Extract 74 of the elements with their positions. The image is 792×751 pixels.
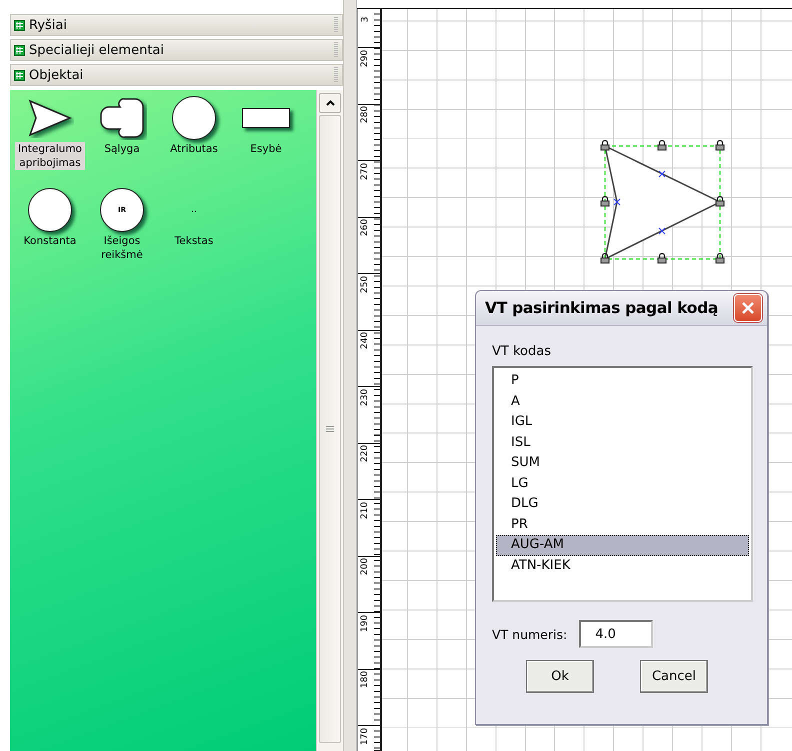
circle-icon[interactable] — [28, 188, 72, 232]
expander-icon[interactable] — [14, 70, 25, 80]
ruler-label: 190 — [360, 614, 372, 632]
ruler-label: 3 — [360, 16, 372, 22]
section-header[interactable]: Objektai — [10, 64, 343, 86]
rectangle-icon[interactable] — [242, 108, 290, 128]
lock-icon[interactable] — [716, 252, 724, 264]
scroll-up-button[interactable] — [319, 93, 341, 113]
item-label[interactable]: Integralumo apribojimas — [15, 142, 85, 170]
ruler-label: 270 — [360, 162, 372, 180]
ruler-label: 290 — [360, 49, 372, 67]
grip-icon — [326, 425, 334, 433]
ruler-label: 250 — [360, 275, 372, 293]
lock-icon[interactable] — [600, 140, 610, 150]
dialog-title: VT pasirinkimas pagal kodą — [485, 299, 718, 317]
close-button[interactable] — [734, 294, 762, 322]
code-list[interactable]: P A IGL ISL SUM LG DLG PR AUG-AM ATN-KIEK — [492, 366, 753, 602]
lock-icon[interactable] — [658, 252, 666, 264]
item-label[interactable]: Atributas — [159, 142, 229, 156]
text-icon[interactable]: .. — [191, 205, 197, 215]
drawing-canvas[interactable]: VT pasirinkimas pagal kodą VT kodas P A IGL ISL SUM LG DLG PR AUG-AM ATN-KIEK VT numeris: 4.0 Ok Cancel — [382, 9, 792, 751]
item-label[interactable]: Esybė — [231, 142, 301, 156]
expander-icon[interactable] — [14, 20, 25, 30]
connection-point-icon[interactable] — [658, 170, 666, 178]
grip-icon[interactable] — [334, 67, 338, 83]
chevron-up-icon — [326, 100, 334, 106]
scrollbar[interactable] — [316, 90, 343, 751]
close-icon — [740, 300, 756, 316]
cancel-button[interactable]: Cancel — [640, 660, 708, 693]
list-item[interactable]: ISL — [496, 432, 749, 453]
lock-icon[interactable] — [716, 140, 724, 150]
ruler-label: 170 — [360, 727, 372, 745]
ruler-label: 180 — [360, 670, 372, 688]
triangle-icon[interactable] — [26, 98, 74, 138]
list-item[interactable]: P — [496, 371, 749, 392]
grip-icon[interactable] — [334, 17, 338, 33]
connection-point-icon[interactable] — [658, 228, 666, 234]
item-label[interactable]: Konstanta — [15, 234, 85, 248]
circle-icon[interactable] — [172, 96, 216, 140]
list-item[interactable]: DLG — [496, 494, 749, 514]
lock-icon[interactable] — [600, 252, 610, 264]
list-item[interactable]: ATN-KIEK — [496, 556, 749, 576]
expander-icon[interactable] — [14, 44, 25, 56]
ruler-label: 280 — [360, 106, 372, 124]
list-item[interactable]: A — [496, 392, 749, 412]
scroll-thumb[interactable] — [319, 115, 341, 743]
item-label[interactable]: Išeigos reikšmė — [87, 234, 157, 262]
item-label[interactable]: Tekstas — [159, 234, 229, 248]
number-field[interactable]: 4.0 — [579, 620, 654, 648]
ruler-label: 220 — [360, 444, 372, 462]
ruler-label: 210 — [360, 501, 372, 519]
lock-icon[interactable] — [716, 196, 724, 206]
section-label: Ryšiai — [29, 18, 68, 32]
ok-button[interactable]: Ok — [526, 660, 594, 693]
section-label: Specialieji elementai — [29, 42, 165, 58]
item-label[interactable]: Sąlyga — [87, 142, 157, 156]
list-label: VT kodas — [492, 344, 552, 359]
ruler-label: 230 — [360, 388, 372, 406]
ruler-label: 260 — [360, 218, 372, 236]
section-header[interactable]: Ryšiai — [10, 14, 343, 36]
list-item[interactable]: AUG-AM — [496, 535, 749, 556]
list-item[interactable]: SUM — [496, 453, 749, 474]
section-label: Objektai — [29, 68, 84, 82]
ruler-label: 240 — [360, 332, 372, 350]
list-item[interactable]: PR — [496, 514, 749, 535]
list-item[interactable]: LG — [496, 474, 749, 494]
list-item[interactable]: IGL — [496, 412, 749, 432]
ruler-label: 200 — [360, 558, 372, 576]
grip-icon[interactable] — [334, 42, 338, 58]
connection-point-icon[interactable] — [614, 198, 620, 206]
lock-icon[interactable] — [600, 196, 610, 206]
field-label: VT numeris: — [492, 626, 568, 642]
section-header[interactable]: Specialieji elementai — [10, 39, 343, 61]
lock-icon[interactable] — [658, 140, 666, 150]
